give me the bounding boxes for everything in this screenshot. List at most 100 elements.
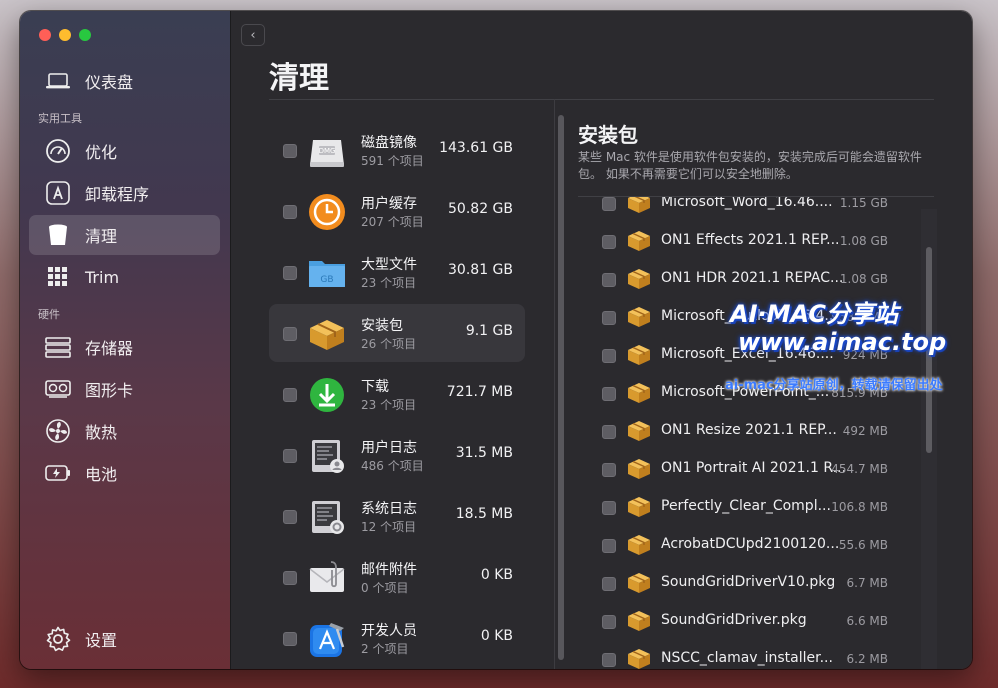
- grid-icon: [43, 262, 73, 292]
- category-checkbox[interactable]: [283, 327, 297, 341]
- file-checkbox[interactable]: [602, 577, 616, 591]
- file-row[interactable]: ON1 Effects 2021.1 REP... 1.08 GB: [578, 223, 934, 261]
- detail-description: 某些 Mac 软件是使用软件包安装的，安装完成后可能会遗留软件包。 如果不再需要…: [578, 150, 922, 181]
- package-icon: [627, 496, 651, 518]
- sidebar-item-gpu[interactable]: 图形卡: [29, 369, 220, 409]
- section-label-hardware: 硬件: [38, 308, 60, 321]
- file-checkbox[interactable]: [602, 349, 616, 363]
- sidebar-item-cooling[interactable]: 散热: [29, 411, 220, 451]
- trash-bin-icon: [43, 220, 73, 250]
- category-checkbox[interactable]: [283, 571, 297, 585]
- back-button[interactable]: ‹: [241, 24, 265, 46]
- file-name: SoundGridDriver.pkg: [661, 612, 807, 628]
- file-size: 454.7 MB: [831, 462, 888, 476]
- sidebar-item-memory[interactable]: 存储器: [29, 327, 220, 367]
- file-row[interactable]: ON1 Resize 2021.1 REP... 492 MB: [578, 413, 934, 451]
- category-count: 2 个项目: [361, 642, 409, 656]
- sidebar: 仪表盘 实用工具 优化 卸载程序 清理 Trim 硬件 存储器 图形卡 散热 电…: [20, 11, 231, 669]
- package-icon: [627, 610, 651, 632]
- category-checkbox[interactable]: [283, 144, 297, 158]
- dmg-icon: DMG: [307, 131, 347, 171]
- file-row[interactable]: Perfectly_Clear_Compl... 106.8 MB: [578, 489, 934, 527]
- category-row-installers[interactable]: 安装包 26 个项目 9.1 GB: [269, 304, 525, 362]
- category-row-user-logs[interactable]: 用户日志 486 个项目 31.5 MB: [269, 426, 525, 484]
- file-row[interactable]: Microsoft_Word_16.46.... 1.15 GB: [578, 197, 934, 223]
- minimize-window-button[interactable]: [59, 29, 71, 41]
- file-name: AcrobatDCUpd2100120...: [661, 536, 840, 552]
- file-checkbox[interactable]: [602, 387, 616, 401]
- file-row[interactable]: SoundGridDriverV10.pkg 6.7 MB: [578, 565, 934, 603]
- file-checkbox[interactable]: [602, 653, 616, 667]
- sidebar-item-trim[interactable]: Trim: [29, 257, 220, 297]
- category-checkbox[interactable]: [283, 205, 297, 219]
- sidebar-item-settings[interactable]: 设置: [29, 619, 220, 659]
- file-checkbox[interactable]: [602, 501, 616, 515]
- mail-attachment-icon: [307, 558, 347, 598]
- sidebar-item-label: 卸载程序: [85, 185, 150, 204]
- sidebar-item-dashboard[interactable]: 仪表盘: [29, 61, 220, 101]
- package-icon: [627, 344, 651, 366]
- file-row[interactable]: NSCC_clamav_installer... 6.2 MB: [578, 641, 934, 669]
- file-checkbox[interactable]: [602, 197, 616, 211]
- file-size: 492 MB: [842, 424, 888, 438]
- category-row-disk-images[interactable]: DMG 磁盘镜像 591 个项目 143.61 GB: [269, 121, 525, 179]
- detail-title: 安装包: [578, 123, 638, 147]
- section-label-utilities: 实用工具: [38, 112, 82, 125]
- xcode-icon: [307, 619, 347, 659]
- category-checkbox[interactable]: [283, 449, 297, 463]
- file-row[interactable]: ON1 Portrait AI 2021.1 R... 454.7 MB: [578, 451, 934, 489]
- file-size: 1.08 GB: [839, 272, 888, 286]
- file-row[interactable]: AcrobatDCUpd2100120... 55.6 MB: [578, 527, 934, 565]
- sidebar-item-label: 图形卡: [85, 381, 134, 400]
- category-count: 23 个项目: [361, 398, 417, 412]
- sidebar-item-optimize[interactable]: 优化: [29, 131, 220, 171]
- download-icon: [307, 375, 347, 415]
- svg-text:DMG: DMG: [319, 147, 336, 155]
- category-count: 591 个项目: [361, 154, 424, 168]
- sidebar-item-battery[interactable]: 电池: [29, 453, 220, 493]
- file-checkbox[interactable]: [602, 463, 616, 477]
- category-checkbox[interactable]: [283, 632, 297, 646]
- svg-text:GB: GB: [320, 275, 333, 285]
- cache-clock-icon: [307, 192, 347, 232]
- zoom-window-button[interactable]: [79, 29, 91, 41]
- package-icon: [627, 572, 651, 594]
- category-row-large-files[interactable]: GB 大型文件 23 个项目 30.81 GB: [269, 243, 525, 301]
- package-icon: [307, 314, 347, 354]
- category-size: 9.1 GB: [465, 323, 513, 339]
- memory-icon: [43, 332, 73, 362]
- file-checkbox[interactable]: [602, 235, 616, 249]
- file-name: SoundGridDriverV10.pkg: [661, 574, 836, 590]
- file-checkbox[interactable]: [602, 273, 616, 287]
- category-size: 30.81 GB: [448, 262, 513, 278]
- category-row-mail-attachments[interactable]: 邮件附件 0 个项目 0 KB: [269, 548, 525, 606]
- category-checkbox[interactable]: [283, 266, 297, 280]
- battery-icon: [43, 458, 73, 488]
- category-list-scrollbar[interactable]: [558, 115, 564, 660]
- package-icon: [627, 382, 651, 404]
- category-row-user-cache[interactable]: 用户缓存 207 个项目 50.82 GB: [269, 182, 525, 240]
- sidebar-item-uninstaller[interactable]: 卸载程序: [29, 173, 220, 213]
- file-row[interactable]: SoundGridDriver.pkg 6.6 MB: [578, 603, 934, 641]
- file-name: ON1 HDR 2021.1 REPAC...: [661, 270, 844, 286]
- file-checkbox[interactable]: [602, 615, 616, 629]
- category-checkbox[interactable]: [283, 388, 297, 402]
- title-divider: [269, 99, 934, 100]
- category-row-system-logs[interactable]: 系统日志 12 个项目 18.5 MB: [269, 487, 525, 545]
- panel-divider: [554, 99, 555, 669]
- file-name: NSCC_clamav_installer...: [661, 650, 833, 666]
- category-row-downloads[interactable]: 下载 23 个项目 721.7 MB: [269, 365, 525, 423]
- file-size: 6.7 MB: [846, 576, 888, 590]
- close-window-button[interactable]: [39, 29, 51, 41]
- watermark-title: AI·MAC分享站: [730, 300, 898, 328]
- system-log-icon: [307, 497, 347, 537]
- file-name: ON1 Resize 2021.1 REP...: [661, 422, 837, 438]
- sidebar-item-cleanup[interactable]: 清理: [29, 215, 220, 255]
- file-checkbox[interactable]: [602, 311, 616, 325]
- file-checkbox[interactable]: [602, 539, 616, 553]
- category-checkbox[interactable]: [283, 510, 297, 524]
- category-row-developer[interactable]: 开发人员 2 个项目 0 KB: [269, 609, 525, 667]
- file-checkbox[interactable]: [602, 425, 616, 439]
- category-list: DMG 磁盘镜像 591 个项目 143.61 GB 用户缓存 207 个项目 …: [269, 107, 525, 662]
- category-name: 大型文件: [361, 257, 417, 273]
